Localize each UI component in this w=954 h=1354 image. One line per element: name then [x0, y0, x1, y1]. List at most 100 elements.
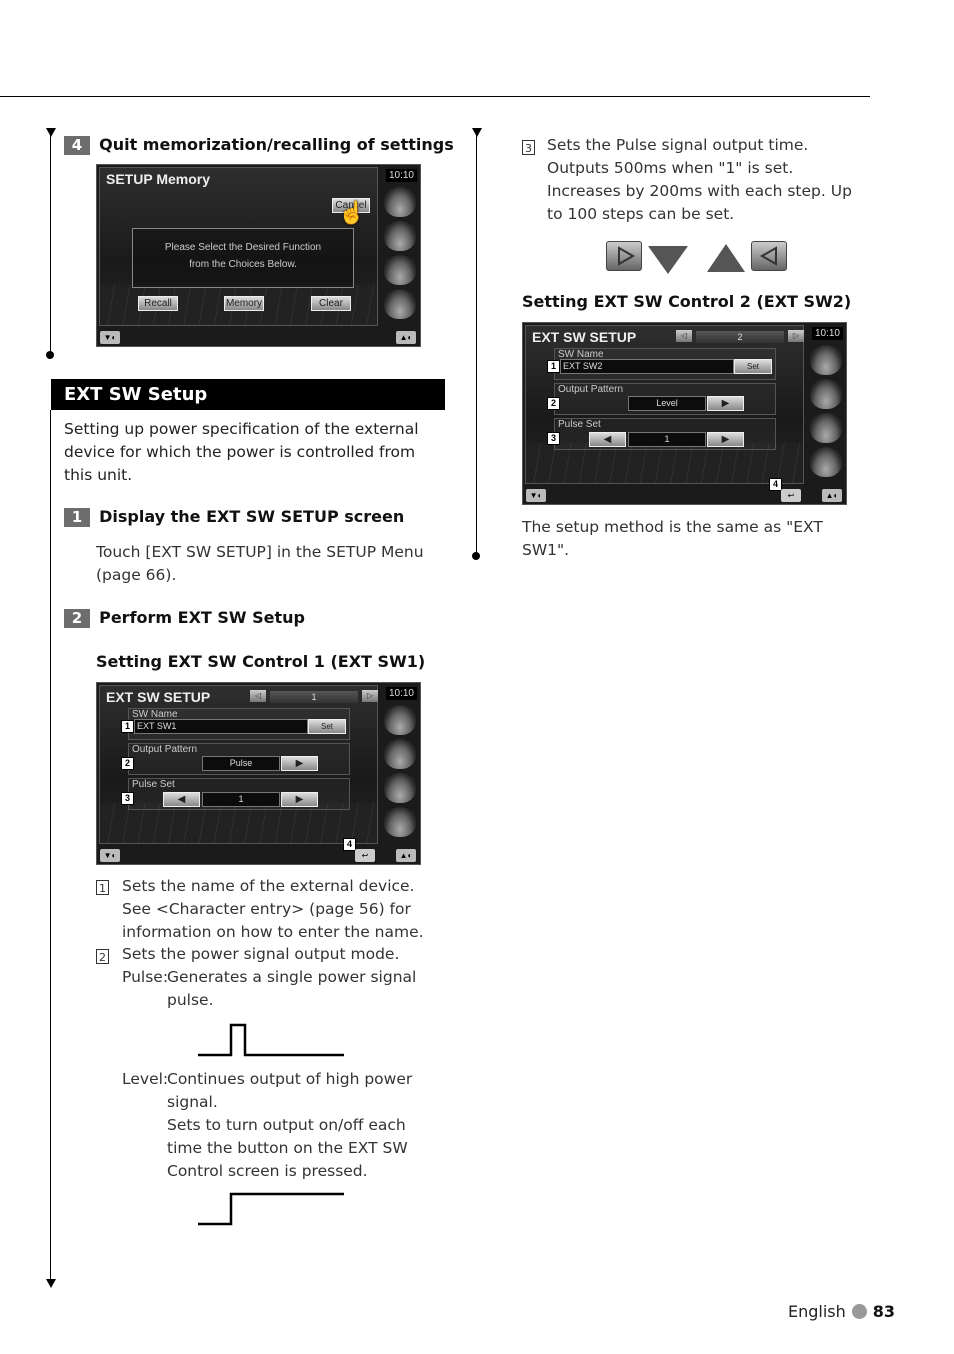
footer-language: English — [788, 1302, 846, 1321]
left-arrow-button-icon — [751, 241, 787, 271]
callout-3: 3 — [121, 792, 134, 805]
footer-dot-icon — [851, 1304, 867, 1319]
level-waveform-diagram — [198, 1192, 344, 1226]
media-icon[interactable] — [384, 221, 416, 251]
level-label: Level: — [122, 1070, 169, 1088]
media-icon[interactable] — [810, 379, 842, 409]
level-waveform-line — [198, 1192, 344, 1226]
step-number: 4 — [64, 136, 90, 155]
page-indicator: 2 — [696, 331, 784, 343]
top-rule — [0, 96, 870, 97]
screen-title: SETUP Memory — [106, 171, 210, 187]
set-button[interactable]: Set — [308, 719, 346, 734]
touch-hand-icon: ☝ — [338, 200, 366, 225]
ext-sw2-screen: EXT SW SETUP ◁ 2 ▷ SW Name EXT SW2 Set O… — [522, 322, 847, 505]
flow-end-dot — [46, 351, 54, 359]
output-pattern-value: Pulse — [202, 756, 280, 771]
volume-down-icon[interactable]: ▼◐ — [100, 331, 120, 344]
set-button[interactable]: Set — [734, 359, 772, 374]
level-description-1: Continues output of high power signal. — [167, 1070, 413, 1111]
callout-1: 1 — [547, 360, 560, 373]
media-icon[interactable] — [384, 739, 416, 769]
callout-3: 3 — [547, 432, 560, 445]
callout-1: 1 — [121, 720, 134, 733]
menu-icon[interactable] — [384, 187, 416, 217]
output-pattern-next-button[interactable]: ▶ — [707, 396, 744, 411]
step-number: 1 — [64, 508, 90, 527]
pulse-waveform-diagram — [198, 1023, 344, 1057]
output-pattern-next-button[interactable]: ▶ — [281, 756, 318, 771]
note-3-number: 3 — [522, 137, 535, 156]
output-pattern-value: Level — [628, 396, 706, 411]
volume-down-icon[interactable]: ▼◐ — [100, 849, 120, 862]
menu-icon[interactable] — [384, 705, 416, 735]
prev-page-button[interactable]: ◁ — [250, 690, 266, 702]
pulse-label: Pulse: — [122, 968, 169, 986]
next-page-button[interactable]: ▷ — [362, 690, 378, 702]
note-1-text: Sets the name of the external device. Se… — [122, 877, 424, 941]
step-title: Display the EXT SW SETUP screen — [99, 507, 405, 526]
flow-line — [476, 130, 477, 555]
step-title: Perform EXT SW Setup — [99, 608, 306, 627]
pulse-set-label: Pulse Set — [558, 419, 601, 430]
menu-icon[interactable] — [810, 345, 842, 375]
section-title: EXT SW Setup — [51, 379, 445, 410]
volume-up-icon[interactable]: ▲◐ — [822, 489, 842, 502]
flow-arrow-icon — [472, 128, 482, 137]
flow-arrow-icon — [46, 128, 56, 137]
callout-4: 4 — [343, 838, 356, 851]
right-arrow-button-icon — [606, 241, 642, 271]
setup-memory-screen: SETUP Memory Cancel ☝ Please Select the … — [96, 164, 421, 347]
sw2-note: The setup method is the same as "EXT SW1… — [522, 518, 823, 559]
ext-sw1-screen: EXT SW SETUP ◁ 1 ▷ SW Name EXT SW1 Set O… — [96, 682, 421, 865]
pulse-set-decrease-button[interactable]: ◀ — [163, 792, 200, 807]
pulse-set-increase-button[interactable]: ▶ — [707, 432, 744, 447]
page-footer: English 83 — [788, 1302, 895, 1321]
note-3-text: Sets the Pulse signal output time. Outpu… — [547, 136, 852, 223]
volume-up-icon[interactable]: ▲◐ — [396, 849, 416, 862]
screen-title: EXT SW SETUP — [532, 329, 637, 345]
pulse-set-value: 1 — [202, 792, 280, 807]
pulse-set-label: Pulse Set — [132, 779, 175, 790]
return-icon[interactable]: ↩ — [781, 489, 801, 502]
setup-icon[interactable] — [810, 447, 842, 477]
setup-icon[interactable] — [384, 289, 416, 319]
sw-name-field[interactable]: EXT SW2 — [560, 359, 734, 374]
next-page-button[interactable]: ▷ — [788, 330, 804, 342]
pulse-waveform-line — [198, 1023, 344, 1057]
sw1-heading: Setting EXT SW Control 1 (EXT SW1) — [96, 652, 426, 671]
volume-up-icon[interactable]: ▲◐ — [396, 331, 416, 344]
return-icon[interactable]: ↩ — [355, 849, 375, 862]
speaker-icon[interactable] — [384, 773, 416, 803]
pulse-description: Generates a single power signal pulse. — [167, 968, 417, 1009]
step-4-header: 4 Quit memorization/recalling of setting… — [64, 135, 454, 155]
page-indicator: 1 — [270, 691, 358, 703]
sw-name-field[interactable]: EXT SW1 — [134, 719, 308, 734]
step-number: 2 — [64, 609, 90, 628]
section-intro: Setting up power specification of the ex… — [64, 420, 419, 484]
note-number-box: 1 — [96, 880, 109, 895]
message-line-2: from the Choices Below. — [189, 259, 297, 270]
clear-button[interactable]: Clear — [311, 296, 351, 311]
pulse-set-increase-button[interactable]: ▶ — [281, 792, 318, 807]
pulse-set-decrease-button[interactable]: ◀ — [589, 432, 626, 447]
volume-down-icon[interactable]: ▼◐ — [526, 489, 546, 502]
memory-button[interactable]: Memory — [224, 296, 264, 311]
screen-title: EXT SW SETUP — [106, 689, 211, 705]
clock: 10:10 — [385, 687, 417, 700]
callout-4: 4 — [769, 478, 782, 491]
up-triangle-icon — [707, 244, 745, 272]
speaker-icon[interactable] — [384, 255, 416, 285]
level-description-2: Sets to turn output on/off each time the… — [167, 1116, 408, 1180]
flow-end-dot — [472, 552, 480, 560]
note-number-box: 2 — [96, 949, 109, 964]
speaker-icon[interactable] — [810, 413, 842, 443]
setup-icon[interactable] — [384, 807, 416, 837]
output-pattern-label: Output Pattern — [558, 384, 624, 395]
note-2-text: Sets the power signal output mode. — [122, 945, 400, 963]
recall-button[interactable]: Recall — [138, 296, 178, 311]
message-box: Please Select the Desired Function from … — [132, 228, 354, 288]
prev-page-button[interactable]: ◁ — [676, 330, 692, 342]
flow-line — [50, 130, 51, 355]
down-triangle-icon — [648, 246, 688, 274]
